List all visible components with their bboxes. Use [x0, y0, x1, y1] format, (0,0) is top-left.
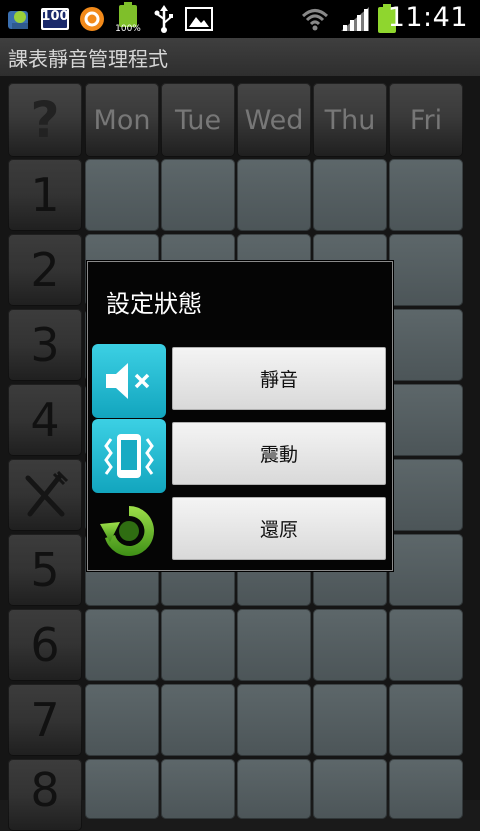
- schedule-cell-wed-6[interactable]: [237, 609, 311, 681]
- day-header-mon: Mon: [85, 83, 159, 157]
- schedule-cell-thu-7[interactable]: [313, 684, 387, 756]
- schedule-cell-fri-4[interactable]: [389, 384, 463, 456]
- option-row-restore: 還原: [90, 494, 390, 568]
- schedule-cell-thu-8[interactable]: [313, 759, 387, 819]
- option-row-mute: 靜音: [90, 344, 390, 418]
- vibrate-button[interactable]: 震動: [172, 422, 386, 485]
- period-label-5: 5: [8, 534, 82, 606]
- period-label-1: 1: [8, 159, 82, 231]
- schedule-cell-fri-1[interactable]: [389, 159, 463, 231]
- app-title: 課表靜音管理程式: [8, 47, 168, 71]
- wifi-icon: [300, 5, 330, 33]
- mute-button[interactable]: 靜音: [172, 347, 386, 410]
- schedule-cell-mon-7[interactable]: [85, 684, 159, 756]
- vibrate-icon: [104, 434, 154, 478]
- mute-option-icon-button[interactable]: [92, 344, 166, 418]
- period-label-6: 6: [8, 609, 82, 681]
- option-row-vibrate: 震動: [90, 419, 390, 493]
- period-label-3: 3: [8, 309, 82, 381]
- period-label-8: 8: [8, 759, 82, 831]
- schedule-cell-fri-7[interactable]: [389, 684, 463, 756]
- restore-icon: [100, 506, 154, 556]
- dialog-title: 設定狀態: [106, 290, 202, 318]
- schedule-cell-fri-5[interactable]: [389, 534, 463, 606]
- schedule-cell-fri-8[interactable]: [389, 759, 463, 819]
- gallery-icon: [184, 5, 214, 33]
- schedule-cell-tue-1[interactable]: [161, 159, 235, 231]
- schedule-cell-mon-8[interactable]: [85, 759, 159, 819]
- schedule-cell-wed-7[interactable]: [237, 684, 311, 756]
- schedule-cell-fri-2[interactable]: [389, 234, 463, 306]
- schedule-cell-thu-1[interactable]: [313, 159, 387, 231]
- signal-strength-icon: [338, 5, 372, 33]
- help-button[interactable]: ?: [8, 83, 82, 157]
- day-header-wed: Wed: [237, 83, 311, 157]
- fork-knife-icon: [25, 470, 69, 517]
- schedule-cell-tue-8[interactable]: [161, 759, 235, 819]
- status-bar: 100 100% 11:41: [0, 0, 480, 38]
- orange-app-icon: [78, 5, 106, 33]
- help-icon: ?: [30, 91, 60, 149]
- schedule-cell-wed-1[interactable]: [237, 159, 311, 231]
- period-label-2: 2: [8, 234, 82, 306]
- restore-option-icon-button[interactable]: [92, 494, 166, 568]
- app-notification-icon: [6, 5, 34, 33]
- restore-button[interactable]: 還原: [172, 497, 386, 560]
- day-header-fri: Fri: [389, 83, 463, 157]
- schedule-cell-mon-1[interactable]: [85, 159, 159, 231]
- day-header-thu: Thu: [313, 83, 387, 157]
- speaker-mute-icon: [106, 363, 150, 399]
- schedule-cell-tue-6[interactable]: [161, 609, 235, 681]
- schedule-cell-thu-6[interactable]: [313, 609, 387, 681]
- clock: 11:41: [387, 2, 468, 33]
- schedule-cell-mon-6[interactable]: [85, 609, 159, 681]
- schedule-cell-wed-8[interactable]: [237, 759, 311, 819]
- period-label-4: 4: [8, 384, 82, 456]
- schedule-cell-fri-lunch[interactable]: [389, 459, 463, 531]
- usb-icon: [150, 5, 178, 33]
- notification-badge: 100: [40, 5, 70, 33]
- period-label-7: 7: [8, 684, 82, 756]
- set-status-dialog: 設定狀態 靜音 震動 還原: [87, 261, 393, 571]
- schedule-cell-fri-3[interactable]: [389, 309, 463, 381]
- schedule-cell-fri-6[interactable]: [389, 609, 463, 681]
- title-bar: 課表靜音管理程式: [0, 38, 480, 77]
- day-header-tue: Tue: [161, 83, 235, 157]
- lunch-break-label: [8, 459, 82, 531]
- schedule-cell-tue-7[interactable]: [161, 684, 235, 756]
- battery-full-icon: 100%: [112, 2, 144, 34]
- vibrate-option-icon-button[interactable]: [92, 419, 166, 493]
